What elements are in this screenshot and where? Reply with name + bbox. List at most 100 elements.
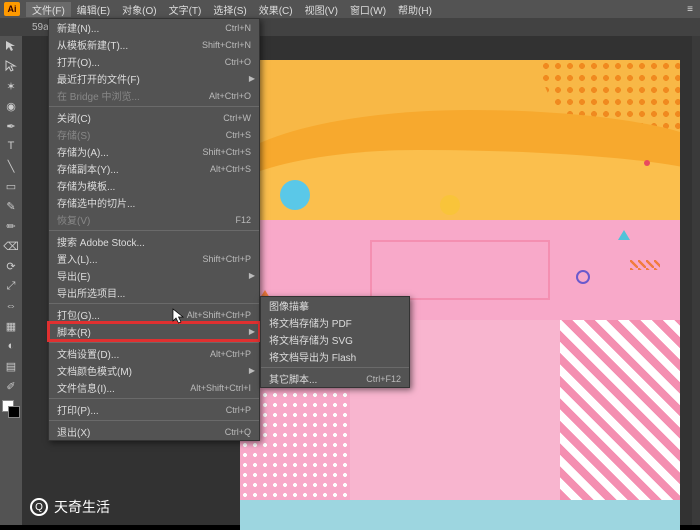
menu-item-shortcut: Ctrl+P — [226, 405, 251, 415]
shape-builder-tool[interactable]: ◐ — [0, 336, 22, 356]
paintbrush-tool[interactable]: ✎ — [0, 196, 22, 216]
menu-effect[interactable]: 效果(C) — [253, 2, 299, 17]
submenu-item[interactable]: 将文档存储为 SVG — [261, 331, 409, 348]
menu-view[interactable]: 视图(V) — [299, 2, 344, 17]
submenu-item-label: 图像描摹 — [269, 298, 401, 313]
menu-edit[interactable]: 编辑(E) — [71, 2, 116, 17]
direct-selection-tool[interactable] — [0, 56, 22, 76]
submenu-item[interactable]: 将文档存储为 PDF — [261, 314, 409, 331]
menu-separator — [261, 367, 409, 368]
menu-item-shortcut: F12 — [235, 215, 251, 225]
menu-window[interactable]: 窗口(W) — [344, 2, 392, 17]
submenu-arrow-icon: ▶ — [249, 74, 255, 83]
eraser-tool[interactable]: ⌫ — [0, 236, 22, 256]
menu-item-label: 打包(G)... — [57, 307, 187, 322]
watermark-text: 天奇生活 — [54, 497, 110, 517]
menu-item[interactable]: 文档颜色模式(M)▶ — [49, 362, 259, 379]
menu-item-shortcut: Ctrl+W — [223, 113, 251, 123]
menu-item[interactable]: 从模板新建(T)...Shift+Ctrl+N — [49, 36, 259, 53]
rectangle-tool[interactable]: ▭ — [0, 176, 22, 196]
menu-item-label: 置入(L)... — [57, 251, 202, 266]
lasso-tool[interactable]: ◉ — [0, 96, 22, 116]
artwork-zigzag — [630, 260, 660, 270]
menu-item[interactable]: 打印(P)...Ctrl+P — [49, 401, 259, 418]
menu-item-label: 存储选中的切片... — [57, 195, 251, 210]
artwork-frame — [370, 240, 550, 300]
submenu-item-label: 将文档存储为 PDF — [269, 315, 401, 330]
menu-item-label: 退出(X) — [57, 424, 225, 439]
artwork-circle — [440, 195, 460, 215]
menu-item-label: 存储为模板... — [57, 178, 251, 193]
menu-item[interactable]: 存储选中的切片... — [49, 194, 259, 211]
type-tool[interactable]: T — [0, 136, 22, 156]
toolbox: ✶ ◉ ✒ T ╲ ▭ ✎ ✏ ⌫ ⟳ ⤢ ⇔ ▦ ◐ ▤ ✐ — [0, 36, 22, 525]
menu-item[interactable]: 新建(N)...Ctrl+N — [49, 19, 259, 36]
selection-tool[interactable] — [0, 36, 22, 56]
width-tool[interactable]: ⇔ — [0, 296, 22, 316]
submenu-item-label: 其它脚本... — [269, 371, 366, 386]
menu-item[interactable]: 搜索 Adobe Stock... — [49, 233, 259, 250]
menu-item-label: 文档颜色模式(M) — [57, 363, 251, 378]
menu-item[interactable]: 存储副本(Y)...Alt+Ctrl+S — [49, 160, 259, 177]
menu-item-label: 新建(N)... — [57, 20, 225, 35]
menu-item-label: 最近打开的文件(F) — [57, 71, 251, 86]
canvas-artboard[interactable] — [240, 60, 680, 510]
menu-item-label: 恢复(V) — [57, 212, 235, 227]
menu-item-shortcut: Alt+Ctrl+S — [210, 164, 251, 174]
submenu-item[interactable]: 将文档导出为 Flash — [261, 348, 409, 365]
menu-select[interactable]: 选择(S) — [207, 2, 252, 17]
gradient-tool[interactable]: ▤ — [0, 356, 22, 376]
artwork-panel-stripes — [560, 320, 680, 500]
menu-separator — [49, 106, 259, 107]
menu-item[interactable]: 文件信息(I)...Alt+Shift+Ctrl+I — [49, 379, 259, 396]
menu-item-label: 从模板新建(T)... — [57, 37, 202, 52]
menu-item-label: 关闭(C) — [57, 110, 223, 125]
artwork-top-band — [240, 60, 680, 220]
hamburger-icon[interactable]: ≡ — [681, 4, 700, 15]
stroke-swatch[interactable] — [8, 406, 20, 418]
pencil-tool[interactable]: ✏ — [0, 216, 22, 236]
menu-item[interactable]: 最近打开的文件(F)▶ — [49, 70, 259, 87]
submenu-arrow-icon: ▶ — [249, 271, 255, 280]
menu-item: 存储(S)Ctrl+S — [49, 126, 259, 143]
rotate-tool[interactable]: ⟳ — [0, 256, 22, 276]
menu-item-shortcut: Alt+Ctrl+P — [210, 349, 251, 359]
menu-item[interactable]: 存储为(A)...Shift+Ctrl+S — [49, 143, 259, 160]
menu-item[interactable]: 置入(L)...Shift+Ctrl+P — [49, 250, 259, 267]
eyedropper-tool[interactable]: ✐ — [0, 376, 22, 396]
menu-item-shortcut: Ctrl+S — [226, 130, 251, 140]
submenu-item-label: 将文档存储为 SVG — [269, 332, 401, 347]
menu-item-label: 打印(P)... — [57, 402, 226, 417]
menu-item[interactable]: 导出所选项目... — [49, 284, 259, 301]
menu-item[interactable]: 存储为模板... — [49, 177, 259, 194]
pen-tool[interactable]: ✒ — [0, 116, 22, 136]
menu-item[interactable]: 文档设置(D)...Alt+Ctrl+P — [49, 345, 259, 362]
menu-object[interactable]: 对象(O) — [116, 2, 162, 17]
menu-file[interactable]: 文件(F) — [26, 2, 71, 17]
artwork-ring — [576, 270, 590, 284]
submenu-item[interactable]: 图像描摹 — [261, 297, 409, 314]
menu-help[interactable]: 帮助(H) — [392, 2, 438, 17]
color-swatches[interactable] — [0, 400, 22, 422]
menu-item-shortcut: Shift+Ctrl+N — [202, 40, 251, 50]
menu-item[interactable]: 打包(G)...Alt+Shift+Ctrl+P — [49, 306, 259, 323]
menu-item[interactable]: 打开(O)...Ctrl+O — [49, 53, 259, 70]
menu-item[interactable]: 脚本(R)▶ — [49, 323, 259, 340]
menu-item: 在 Bridge 中浏览...Alt+Ctrl+O — [49, 87, 259, 104]
line-tool[interactable]: ╲ — [0, 156, 22, 176]
submenu-item[interactable]: 其它脚本...Ctrl+F12 — [261, 370, 409, 387]
menu-item-shortcut: Alt+Ctrl+O — [209, 91, 251, 101]
magic-wand-tool[interactable]: ✶ — [0, 76, 22, 96]
free-transform-tool[interactable]: ▦ — [0, 316, 22, 336]
menubar: Ai 文件(F) 编辑(E) 对象(O) 文字(T) 选择(S) 效果(C) 视… — [0, 0, 700, 18]
artwork-triangle — [618, 230, 630, 240]
menu-item-label: 导出所选项目... — [57, 285, 251, 300]
menu-item[interactable]: 导出(E)▶ — [49, 267, 259, 284]
menu-separator — [49, 420, 259, 421]
menu-item: 恢复(V)F12 — [49, 211, 259, 228]
menu-item[interactable]: 关闭(C)Ctrl+W — [49, 109, 259, 126]
menu-item[interactable]: 退出(X)Ctrl+Q — [49, 423, 259, 440]
menu-type[interactable]: 文字(T) — [163, 2, 208, 17]
right-dock[interactable] — [692, 36, 700, 525]
scale-tool[interactable]: ⤢ — [0, 276, 22, 296]
